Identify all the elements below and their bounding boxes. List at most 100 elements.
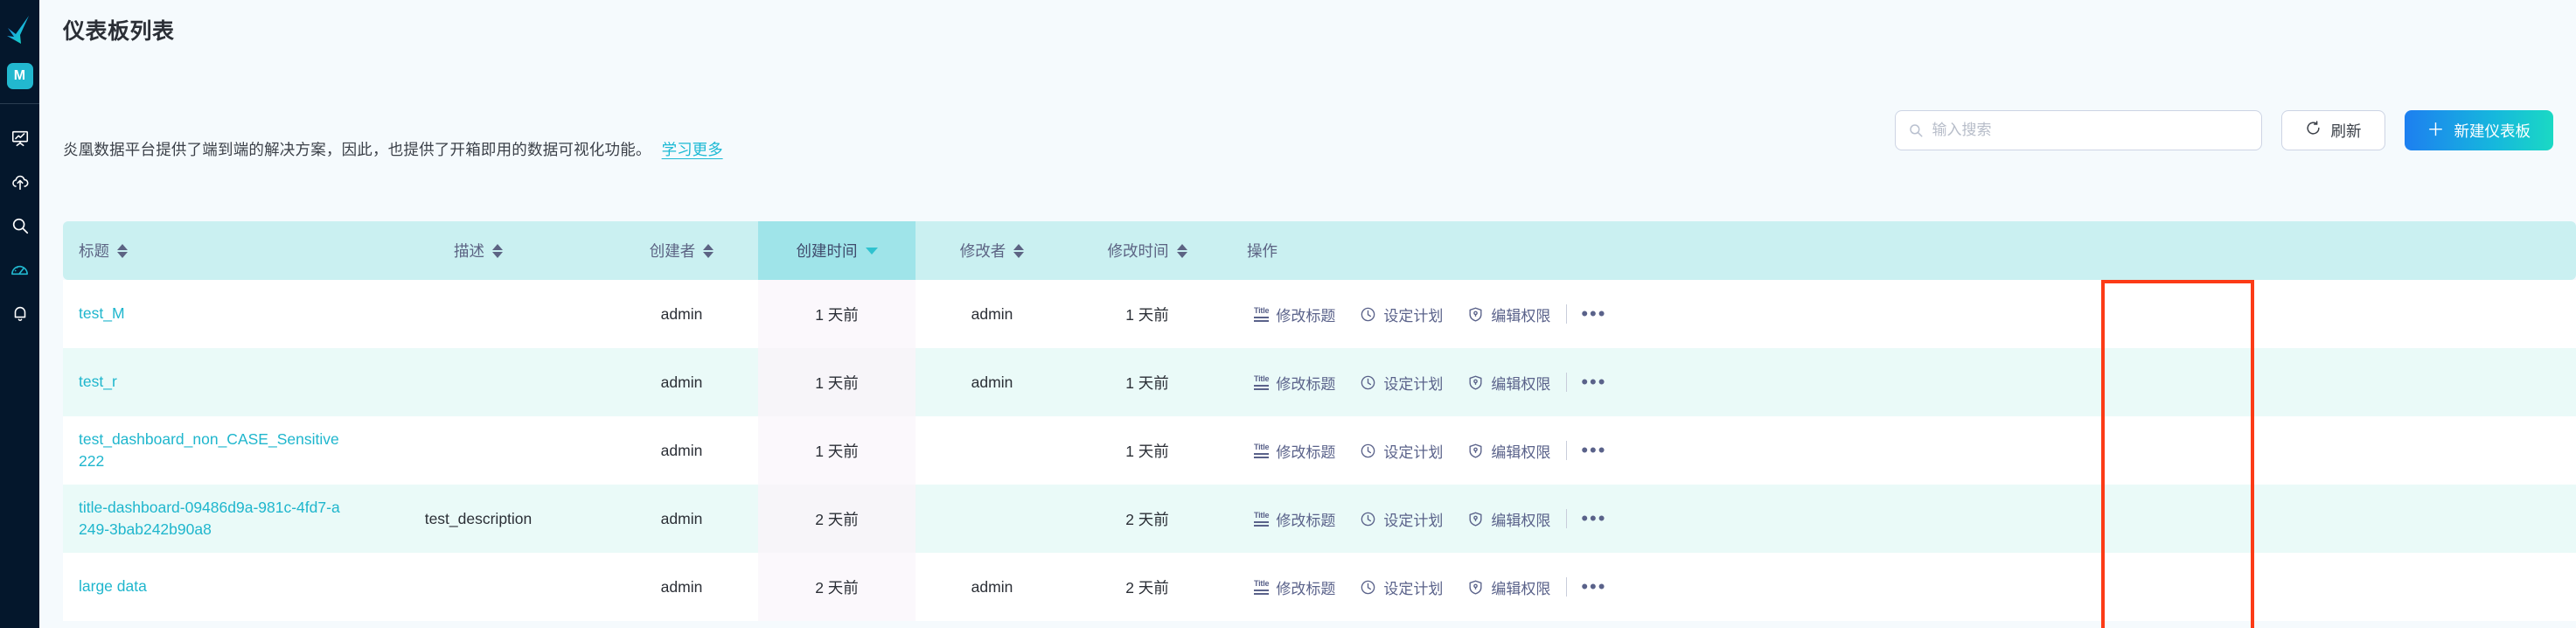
more-actions-button[interactable]: •••	[1570, 577, 1617, 597]
dashboard-link[interactable]: test_M	[79, 303, 125, 324]
title-icon: Title	[1254, 511, 1270, 527]
refresh-button[interactable]: 刷新	[2280, 110, 2385, 150]
column-header-description[interactable]: 描述	[352, 221, 605, 280]
main-content: 仪表板列表 炎凰数据平台提供了端到端的解决方案，因此，也提供了开箱即用的数据可视…	[39, 0, 2576, 628]
sidebar-item-search[interactable]	[0, 204, 39, 248]
title-icon: Title	[1254, 306, 1270, 322]
cell-description	[352, 348, 605, 416]
presentation-chart-icon	[10, 129, 30, 148]
cell-actions: Title 修改标题 设定计划 编辑权限 •••	[1226, 348, 2576, 416]
new-dashboard-button[interactable]: ＋ 新建仪表板	[2404, 110, 2553, 150]
more-actions-button[interactable]: •••	[1570, 509, 1617, 528]
clock-icon	[1360, 306, 1376, 323]
set-schedule-button[interactable]: 设定计划	[1347, 304, 1455, 325]
column-header-label: 修改者	[959, 242, 1006, 260]
dashboard-link[interactable]: title-dashboard-09486d9a-981c-4fd7-a249-…	[79, 497, 345, 541]
edit-title-button[interactable]: Title 修改标题	[1242, 304, 1347, 325]
edit-permission-button[interactable]: 编辑权限	[1455, 576, 1563, 598]
dashboard-table-wrapper: 标题 描述 创建者 创建时间 修改者 修改时间 操作 test_M admin …	[63, 221, 2576, 621]
sidebar-item-dashboard[interactable]	[0, 248, 39, 291]
edit-permission-button[interactable]: 编辑权限	[1455, 508, 1563, 530]
edit-title-button[interactable]: Title 修改标题	[1242, 576, 1347, 598]
clock-icon	[1360, 374, 1376, 391]
cell-description	[352, 280, 605, 348]
cell-creator: admin	[605, 485, 758, 553]
sidebar-item-cloud-upload[interactable]	[0, 160, 39, 204]
table-row[interactable]: test_r admin 1 天前 admin 1 天前 Title 修改标题	[63, 348, 2576, 416]
sidebar-item-presentation-chart[interactable]	[0, 116, 39, 160]
sort-arrows-icon[interactable]	[1176, 243, 1187, 258]
cell-modifier	[916, 485, 1069, 553]
edit-permission-button[interactable]: 编辑权限	[1455, 440, 1563, 462]
cell-actions: Title 修改标题 设定计划 编辑权限 •••	[1226, 553, 2576, 621]
more-actions-button[interactable]: •••	[1570, 373, 1617, 392]
column-header-creator[interactable]: 创建者	[605, 221, 758, 280]
edit-title-label: 修改标题	[1276, 307, 1336, 324]
title-icon: Title	[1254, 579, 1270, 595]
column-header-created-time[interactable]: 创建时间	[758, 221, 916, 280]
cell-created-time: 1 天前	[758, 416, 916, 485]
cell-creator: admin	[605, 348, 758, 416]
table-row[interactable]: test_M admin 1 天前 admin 1 天前 Title 修改标题	[63, 280, 2576, 348]
cell-title: test_r	[63, 348, 352, 416]
learn-more-link[interactable]: 学习更多	[662, 138, 723, 160]
table-row[interactable]: test_dashboard_non_CASE_Sensitive222 adm…	[63, 416, 2576, 485]
shield-key-icon	[1467, 579, 1484, 596]
edit-title-label: 修改标题	[1276, 375, 1336, 393]
sort-arrows-icon[interactable]	[117, 243, 128, 258]
dashboard-link[interactable]: test_r	[79, 371, 117, 393]
search-input[interactable]	[1932, 122, 2249, 139]
sort-arrows-icon[interactable]	[1013, 243, 1025, 258]
cell-modified-time: 1 天前	[1069, 280, 1226, 348]
sort-arrows-icon[interactable]	[703, 243, 714, 258]
column-header-title[interactable]: 标题	[63, 221, 352, 280]
edit-title-button[interactable]: Title 修改标题	[1242, 508, 1347, 530]
set-schedule-button[interactable]: 设定计划	[1347, 576, 1455, 598]
cell-title: test_dashboard_non_CASE_Sensitive222	[63, 416, 352, 485]
page-description-row: 炎凰数据平台提供了端到端的解决方案，因此，也提供了开箱即用的数据可视化功能。 学…	[63, 138, 723, 160]
search-icon	[10, 216, 30, 235]
action-divider	[1566, 509, 1568, 528]
user-avatar[interactable]: M	[6, 63, 33, 89]
cell-modified-time: 2 天前	[1069, 485, 1226, 553]
shield-key-icon	[1467, 306, 1484, 323]
cell-actions: Title 修改标题 设定计划 编辑权限 •••	[1226, 280, 2576, 348]
cell-actions: Title 修改标题 设定计划 编辑权限 •••	[1226, 416, 2576, 485]
set-schedule-label: 设定计划	[1383, 307, 1444, 324]
chevron-down-icon[interactable]	[865, 247, 878, 255]
edit-title-button[interactable]: Title 修改标题	[1242, 372, 1347, 394]
shield-key-icon	[1467, 511, 1484, 527]
header-controls: 刷新 ＋ 新建仪表板	[1894, 110, 2553, 150]
cell-modifier	[916, 416, 1069, 485]
dashboard-table: 标题 描述 创建者 创建时间 修改者 修改时间 操作 test_M admin …	[63, 221, 2576, 621]
refresh-icon	[2305, 120, 2322, 141]
edit-permission-button[interactable]: 编辑权限	[1455, 304, 1563, 325]
bird-logo-icon[interactable]	[4, 12, 36, 47]
set-schedule-label: 设定计划	[1383, 512, 1444, 529]
column-header-modifier[interactable]: 修改者	[916, 221, 1069, 280]
table-row[interactable]: title-dashboard-09486d9a-981c-4fd7-a249-…	[63, 485, 2576, 553]
edit-permission-label: 编辑权限	[1491, 375, 1551, 393]
set-schedule-button[interactable]: 设定计划	[1347, 440, 1455, 462]
cell-title: title-dashboard-09486d9a-981c-4fd7-a249-…	[63, 485, 352, 553]
cell-created-time: 1 天前	[758, 348, 916, 416]
clock-icon	[1360, 579, 1376, 596]
more-actions-button[interactable]: •••	[1570, 304, 1617, 324]
set-schedule-button[interactable]: 设定计划	[1347, 372, 1455, 394]
sidebar-item-notifications[interactable]	[0, 291, 39, 335]
cell-modifier: admin	[916, 348, 1069, 416]
edit-title-button[interactable]: Title 修改标题	[1242, 440, 1347, 462]
edit-permission-button[interactable]: 编辑权限	[1455, 372, 1563, 394]
dashboard-link[interactable]: large data	[79, 576, 147, 597]
cell-modified-time: 2 天前	[1069, 553, 1226, 621]
shield-key-icon	[1467, 443, 1484, 459]
sort-arrows-icon[interactable]	[492, 243, 503, 258]
search-box[interactable]	[1894, 110, 2262, 150]
column-header-modified-time[interactable]: 修改时间	[1069, 221, 1226, 280]
column-header-label: 创建时间	[796, 242, 858, 260]
more-actions-button[interactable]: •••	[1570, 441, 1617, 460]
dashboard-link[interactable]: test_dashboard_non_CASE_Sensitive222	[79, 429, 345, 473]
table-row[interactable]: large data admin 2 天前 admin 2 天前 Title 修…	[63, 553, 2576, 621]
edit-title-label: 修改标题	[1276, 443, 1336, 461]
set-schedule-button[interactable]: 设定计划	[1347, 508, 1455, 530]
